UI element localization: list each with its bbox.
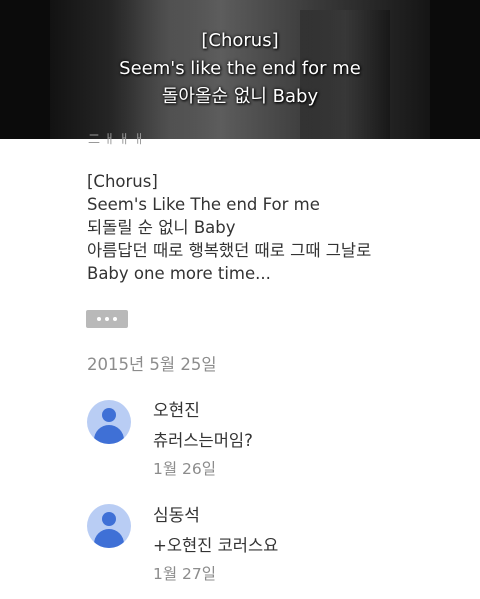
- video-subtitle-line-3: 돌아올순 없니 Baby: [161, 86, 319, 107]
- avatar[interactable]: [87, 504, 131, 548]
- post-date: 2015년 5월 25일: [87, 355, 217, 374]
- lyrics-line: Seem's Like The end For me: [87, 195, 320, 214]
- default-user-icon-head: [102, 408, 116, 422]
- expand-more-button[interactable]: [86, 310, 128, 328]
- ellipsis-dot-icon: [113, 317, 117, 321]
- lyrics-line: 되돌릴 순 없니 Baby: [87, 218, 236, 237]
- default-user-icon-head: [102, 512, 116, 526]
- comment-text: +오현진 코러스요: [153, 536, 279, 555]
- avatar[interactable]: [87, 400, 131, 444]
- comment-date: 1월 27일: [153, 565, 217, 583]
- lyrics-line: [Chorus]: [87, 172, 158, 191]
- video-subtitle-line-1: [Chorus]: [201, 30, 279, 51]
- ellipsis-dot-icon: [105, 317, 109, 321]
- comment-text: 츄러스는머임?: [153, 431, 253, 450]
- comment-author-name[interactable]: 오현진: [153, 400, 200, 422]
- comment-author-name[interactable]: 심동석: [153, 505, 200, 527]
- post-lyrics: [Chorus] Seem's Like The end For me 되돌릴 …: [87, 170, 371, 285]
- video-thumbnail[interactable]: [Chorus] Seem's like the end for me 돌아올순…: [0, 0, 480, 139]
- cut-off-text-line: 二 ㅐ ㅐ ㅐ: [88, 133, 145, 145]
- video-subtitle-line-2: Seem's like the end for me: [119, 58, 361, 79]
- ellipsis-dot-icon: [97, 317, 101, 321]
- comment-date: 1월 26일: [153, 460, 217, 478]
- default-user-icon-body: [94, 529, 124, 548]
- lyrics-line: Baby one more time...: [87, 264, 271, 283]
- lyrics-line: 아름답던 때로 행복했던 때로 그때 그날로: [87, 241, 372, 260]
- default-user-icon-body: [94, 425, 124, 444]
